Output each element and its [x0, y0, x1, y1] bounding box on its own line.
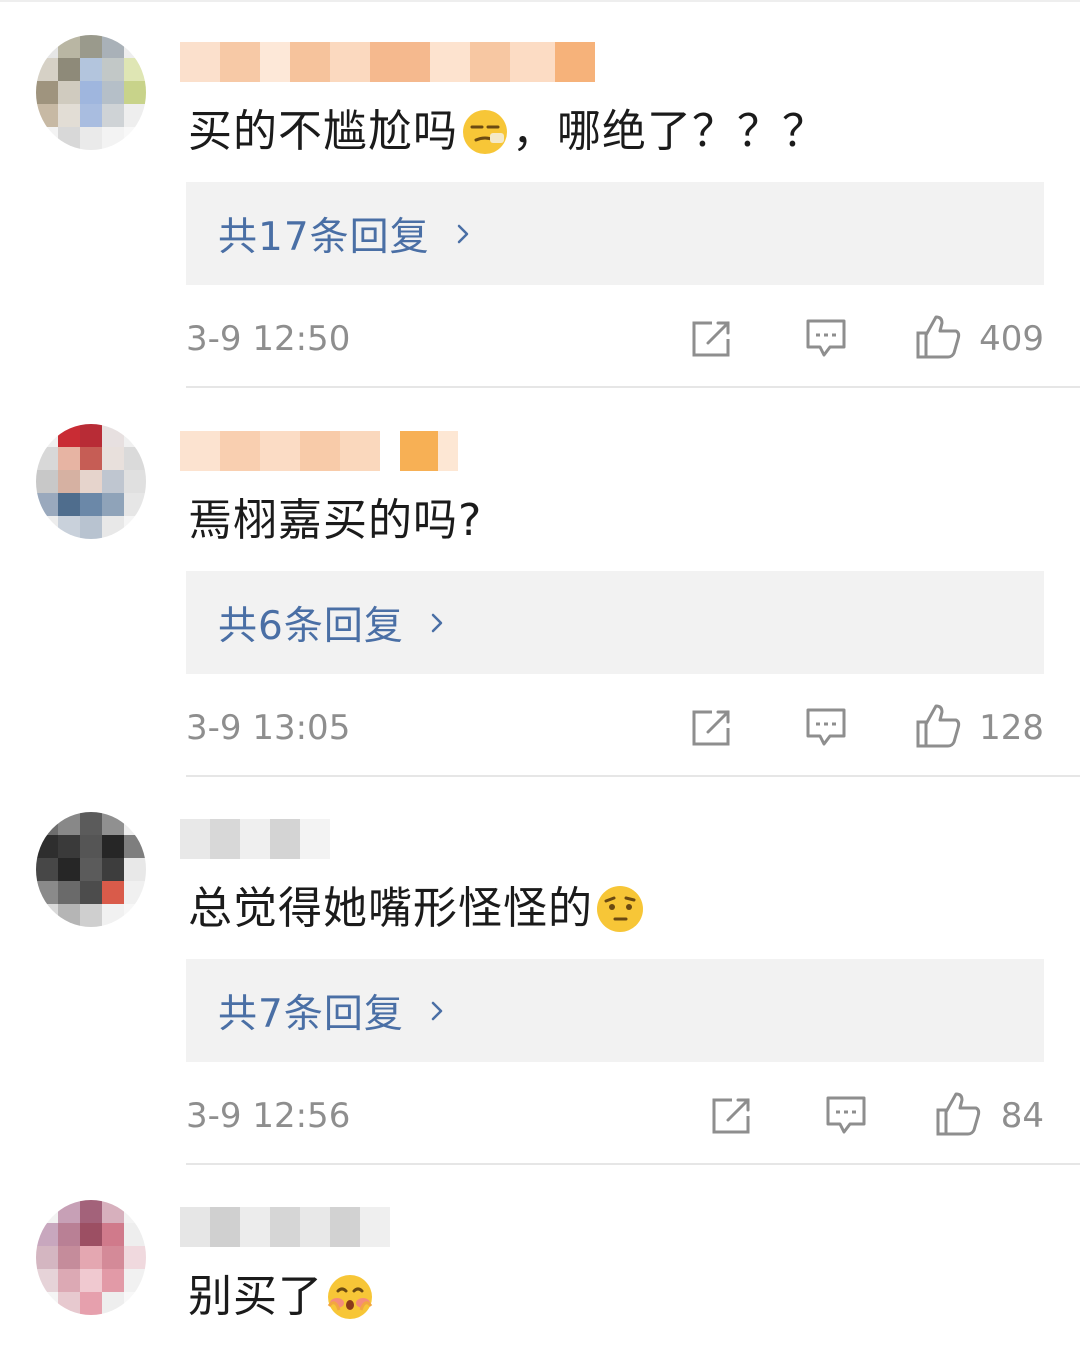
- comment-text: 焉栩嘉买的吗?: [188, 495, 483, 546]
- comment-item: 别买了: [0, 1165, 1080, 1360]
- username-blurred[interactable]: [180, 1203, 390, 1251]
- like-thumb-icon[interactable]: [914, 702, 962, 750]
- replies-count-label: 共17条回复: [218, 214, 430, 260]
- smirk-emoji-icon: [460, 107, 510, 157]
- raised-eyebrow-emoji-icon: [595, 884, 645, 934]
- share-icon[interactable]: [690, 708, 734, 748]
- like-count: 128: [979, 708, 1044, 748]
- replies-count-label: 共6条回复: [218, 603, 404, 649]
- comment-meta: 3-9 12:50 409: [186, 313, 1046, 365]
- replies-count-label: 共7条回复: [218, 991, 404, 1037]
- comment-meta: 3-9 12:56 84: [186, 1090, 1046, 1142]
- chevron-right-icon: [426, 612, 448, 634]
- comment-text: 总觉得她嘴形怪怪的: [188, 879, 647, 939]
- view-replies-button[interactable]: 共7条回复: [186, 959, 1044, 1062]
- timestamp: 3-9 12:56: [186, 1096, 351, 1136]
- comment-reply-icon[interactable]: [804, 317, 848, 361]
- avatar[interactable]: [36, 1200, 146, 1315]
- like-thumb-icon[interactable]: [934, 1090, 982, 1138]
- chevron-right-icon: [452, 223, 474, 245]
- avatar[interactable]: [36, 812, 146, 927]
- view-replies-button[interactable]: 共6条回复: [186, 571, 1044, 674]
- chevron-right-icon: [426, 1000, 448, 1022]
- like-thumb-icon[interactable]: [914, 313, 962, 361]
- comment-text: 买的不尴尬吗 ，哪绝了？？？: [188, 106, 827, 157]
- comment-reply-icon[interactable]: [824, 1094, 868, 1138]
- comment-text: 别买了: [188, 1267, 377, 1327]
- view-replies-button[interactable]: 共17条回复: [186, 182, 1044, 285]
- comment-item: 买的不尴尬吗 ，哪绝了？？？ 共17条回复 3-9 12:50 409: [0, 0, 1080, 390]
- like-count: 409: [979, 319, 1044, 359]
- comment-item: 焉栩嘉买的吗? 共6条回复 3-9 13:05 128: [0, 389, 1080, 779]
- comment-item: 总觉得她嘴形怪怪的 共7条回复 3-9 12:56 84: [0, 777, 1080, 1167]
- comment-divider: [186, 386, 1080, 388]
- timestamp: 3-9 13:05: [186, 708, 351, 748]
- timestamp: 3-9 12:50: [186, 319, 351, 359]
- like-count: 84: [1000, 1096, 1044, 1136]
- avatar[interactable]: [36, 35, 146, 150]
- shy-blush-emoji-icon: [325, 1272, 375, 1322]
- share-icon[interactable]: [690, 319, 734, 359]
- comment-meta: 3-9 13:05 128: [186, 702, 1046, 754]
- share-icon[interactable]: [710, 1096, 754, 1136]
- username-blurred[interactable]: [180, 427, 458, 475]
- username-blurred[interactable]: [180, 815, 330, 863]
- avatar[interactable]: [36, 424, 146, 539]
- username-blurred[interactable]: [180, 38, 595, 86]
- comment-reply-icon[interactable]: [804, 706, 848, 750]
